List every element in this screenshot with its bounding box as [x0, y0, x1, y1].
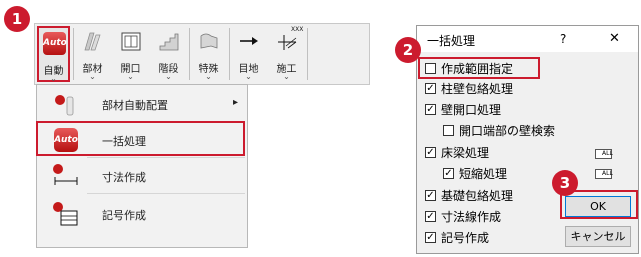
- option-label: 床梁処理: [441, 146, 490, 160]
- stairs-button[interactable]: 階段 ⌄: [153, 26, 184, 82]
- auto-button[interactable]: Auto 自動 ⌄: [37, 26, 70, 83]
- area-specify-highlight: [418, 57, 540, 79]
- toolbar-separator: [73, 28, 74, 80]
- option-label: 柱壁包絡処理: [441, 82, 514, 96]
- option-column-wall-envelope[interactable]: ✓ 柱壁包絡処理: [425, 81, 513, 99]
- close-icon[interactable]: ✕: [609, 31, 620, 46]
- option-label: 壁開口処理: [441, 103, 502, 117]
- step-badge-1: 1: [4, 6, 30, 32]
- checkbox-checked[interactable]: ✓: [443, 168, 454, 179]
- construction-button[interactable]: 施工 ⌄: [271, 26, 302, 82]
- option-label: 開口端部の壁検索: [459, 124, 556, 138]
- checkbox-checked[interactable]: ✓: [425, 211, 436, 222]
- chevron-down-icon: ⌄: [127, 72, 134, 81]
- toolbar-separator: [229, 28, 230, 80]
- menu-item-label: 部材自動配置: [102, 99, 168, 112]
- option-opening-edge-wall-search[interactable]: 開口端部の壁検索: [443, 123, 555, 141]
- joint-icon: [240, 37, 258, 45]
- chevron-down-icon: ⌄: [50, 74, 57, 83]
- select-all-checked-button[interactable]: ALL: [595, 149, 613, 159]
- special-button[interactable]: 特殊 ⌄: [193, 26, 224, 82]
- help-button[interactable]: ?: [560, 32, 566, 46]
- toolbar-separator: [189, 28, 190, 80]
- dialog-titlebar: 一括処理 ? ✕: [417, 26, 638, 52]
- menu-item-label: 記号作成: [102, 209, 146, 222]
- chevron-down-icon: ⌄: [165, 72, 172, 81]
- ok-button-highlight: [560, 190, 638, 219]
- dimension-icon: [53, 164, 78, 185]
- step-badge-3: 3: [552, 170, 578, 196]
- member-button[interactable]: 部材 ⌄: [77, 26, 108, 82]
- chevron-down-icon: ⌄: [245, 72, 252, 81]
- option-label: 記号作成: [441, 231, 490, 245]
- auto-dropdown-menu: 部材自動配置 ▸ Auto 一括処理 寸法作成 記号作成: [36, 84, 248, 248]
- option-label: 基礎包絡処理: [441, 189, 514, 203]
- option-shorten[interactable]: ✓ 短縮処理: [443, 166, 507, 184]
- select-all-unchecked-button[interactable]: ALL: [595, 169, 613, 179]
- symbol-icon: [53, 202, 78, 226]
- checkbox-checked[interactable]: ✓: [425, 190, 436, 201]
- option-foundation-envelope[interactable]: ✓ 基礎包絡処理: [425, 188, 513, 206]
- option-floor-beam[interactable]: ✓ 床梁処理: [425, 145, 489, 163]
- member-auto-place-icon: [55, 95, 74, 116]
- dialog-title: 一括処理: [427, 34, 476, 48]
- option-wall-opening[interactable]: ✓ 壁開口処理: [425, 102, 501, 120]
- submenu-arrow-icon: ▸: [233, 97, 239, 108]
- chevron-down-icon: ⌄: [205, 72, 212, 81]
- construction-icon: [278, 35, 297, 50]
- auto-icon: Auto: [43, 32, 67, 55]
- special-icon: [200, 33, 218, 49]
- chevron-down-icon: ⌄: [89, 72, 96, 81]
- menu-divider: [87, 157, 245, 158]
- cancel-button[interactable]: キャンセル: [565, 226, 631, 247]
- step-badge-2: 2: [395, 37, 421, 63]
- stairs-icon: [159, 33, 179, 51]
- checkbox-checked[interactable]: ✓: [425, 147, 436, 158]
- checkbox-checked[interactable]: ✓: [425, 104, 436, 115]
- menu-item-label: 寸法作成: [102, 171, 146, 184]
- opening-button[interactable]: 開口 ⌄: [115, 26, 146, 82]
- checkbox-unchecked[interactable]: [443, 125, 454, 136]
- member-icon: [84, 32, 101, 51]
- option-dimension-line[interactable]: ✓ 寸法線作成: [425, 209, 501, 227]
- checkbox-checked[interactable]: ✓: [425, 83, 436, 94]
- menu-item-member-auto-place[interactable]: 部材自動配置 ▸: [37, 87, 247, 121]
- chevron-down-icon: ⌄: [283, 72, 290, 81]
- option-label: 寸法線作成: [441, 210, 502, 224]
- opening-icon: [121, 32, 141, 51]
- batch-process-highlight: [36, 121, 245, 156]
- construction-icon-badge: XXX: [291, 26, 304, 33]
- option-label: 短縮処理: [459, 167, 508, 181]
- menu-divider: [87, 193, 245, 194]
- menu-item-dimension[interactable]: 寸法作成: [37, 159, 247, 193]
- menu-item-symbol[interactable]: 記号作成: [37, 197, 247, 231]
- joint-button[interactable]: 目地 ⌄: [233, 26, 264, 82]
- option-symbol-create[interactable]: ✓ 記号作成: [425, 230, 489, 248]
- checkbox-checked[interactable]: ✓: [425, 232, 436, 243]
- toolbar-separator: [307, 28, 308, 80]
- ribbon-toolbar: Auto 自動 ⌄ 部材 ⌄ 開口 ⌄ 階段 ⌄ 特殊 ⌄ 目地 ⌄ 施工 ⌄ …: [34, 23, 370, 85]
